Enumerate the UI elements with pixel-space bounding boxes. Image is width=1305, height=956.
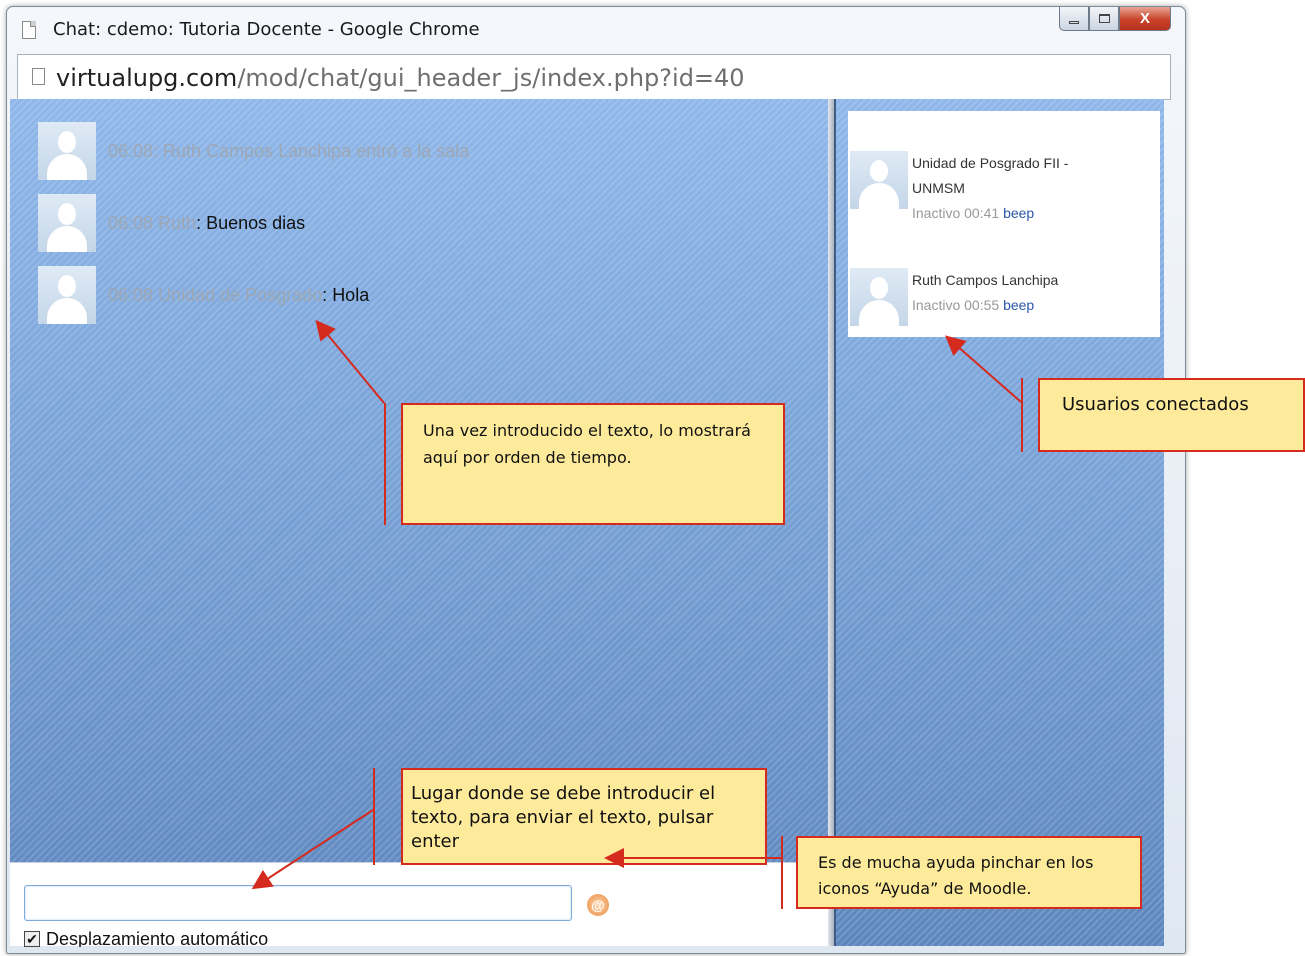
autoscroll-toggle[interactable]: ✔ Desplazamiento automático (24, 927, 268, 947)
message-item: 06:08: Ruth Campos Lanchipa entró a la s… (38, 122, 469, 180)
beep-link[interactable]: beep (1003, 205, 1034, 221)
title-bar: Chat: cdemo: Tutoria Docente - Google Ch… (7, 7, 1185, 51)
minimize-icon (1069, 21, 1079, 24)
maximize-button[interactable] (1089, 7, 1119, 31)
message-input-area: @ ✔ Desplazamiento automático (10, 862, 828, 947)
message-text: 06:08 Ruth: Buenos dias (108, 213, 305, 234)
maximize-icon (1098, 14, 1110, 23)
url-host: virtualupg.com (56, 64, 238, 92)
users-pane: Unidad de Posgrado FII - UNMSM Inactivo … (834, 99, 1164, 946)
annotation-help: Es de mucha ayuda pinchar en los iconos … (796, 836, 1142, 909)
message-separator: : (196, 212, 207, 233)
avatar-icon (38, 122, 96, 180)
url-text: virtualupg.com/mod/chat/gui_header_js/in… (56, 64, 745, 92)
window-title: Chat: cdemo: Tutoria Docente - Google Ch… (53, 19, 480, 40)
user-status-line: Inactivo 00:55 beep (912, 293, 1122, 318)
message-text: 06:08 Unidad de Posgrado: Hola (108, 285, 369, 306)
message-body: Buenos dias (206, 212, 306, 233)
annotation-messages: Una vez introducido el texto, lo mostrar… (401, 403, 785, 525)
autoscroll-label: Desplazamiento automático (46, 929, 269, 947)
message-item: 06:08 Unidad de Posgrado: Hola (38, 266, 369, 324)
annotation-bracket (373, 768, 375, 865)
message-text: 06:08: Ruth Campos Lanchipa entró a la s… (108, 141, 469, 162)
message-item: 06:08 Ruth: Buenos dias (38, 194, 305, 252)
url-path: /mod/chat/gui_header_js/index.php?id=40 (237, 64, 745, 92)
user-item: Unidad de Posgrado FII - UNMSM Inactivo … (850, 151, 1122, 226)
avatar-icon (38, 266, 96, 324)
message-meta: 06:08 Ruth (108, 212, 197, 233)
annotation-bracket (384, 403, 386, 525)
annotation-input: Lugar donde se debe introducir el texto,… (401, 768, 767, 865)
user-status: Inactivo 00:41 (912, 205, 1000, 221)
autoscroll-checkbox[interactable]: ✔ (24, 931, 40, 947)
avatar-icon (38, 194, 96, 252)
page-icon (22, 21, 36, 39)
avatar-icon (850, 268, 908, 326)
annotation-bracket (781, 836, 783, 909)
message-body: Hola (332, 284, 370, 305)
user-name: Unidad de Posgrado FII - UNMSM (912, 155, 1069, 196)
close-button[interactable]: X (1119, 7, 1171, 31)
user-item: Ruth Campos Lanchipa Inactivo 00:55 beep (850, 268, 1122, 326)
address-bar[interactable]: virtualupg.com/mod/chat/gui_header_js/in… (17, 54, 1171, 100)
annotation-bracket (1021, 378, 1023, 452)
minimize-button[interactable] (1059, 7, 1089, 31)
annotation-users: Usuarios conectados (1038, 378, 1305, 452)
message-separator: : (322, 284, 333, 305)
beep-link[interactable]: beep (1003, 297, 1034, 313)
user-name: Ruth Campos Lanchipa (912, 272, 1059, 288)
window-controls: X (1059, 7, 1171, 33)
user-info: Ruth Campos Lanchipa Inactivo 00:55 beep (912, 268, 1122, 326)
user-info: Unidad de Posgrado FII - UNMSM Inactivo … (912, 151, 1122, 226)
message-meta: 06:08 Unidad de Posgrado (108, 284, 323, 305)
page-icon (32, 68, 45, 85)
user-status: Inactivo 00:55 (912, 297, 1000, 313)
close-icon: X (1139, 10, 1150, 27)
help-icon[interactable]: @ (587, 894, 609, 916)
message-meta: 06:08: Ruth Campos Lanchipa entró a la s… (108, 140, 470, 161)
message-input[interactable] (24, 885, 572, 921)
user-status-line: Inactivo 00:41 beep (912, 201, 1122, 226)
avatar-icon (850, 151, 908, 209)
users-list: Unidad de Posgrado FII - UNMSM Inactivo … (848, 111, 1160, 337)
